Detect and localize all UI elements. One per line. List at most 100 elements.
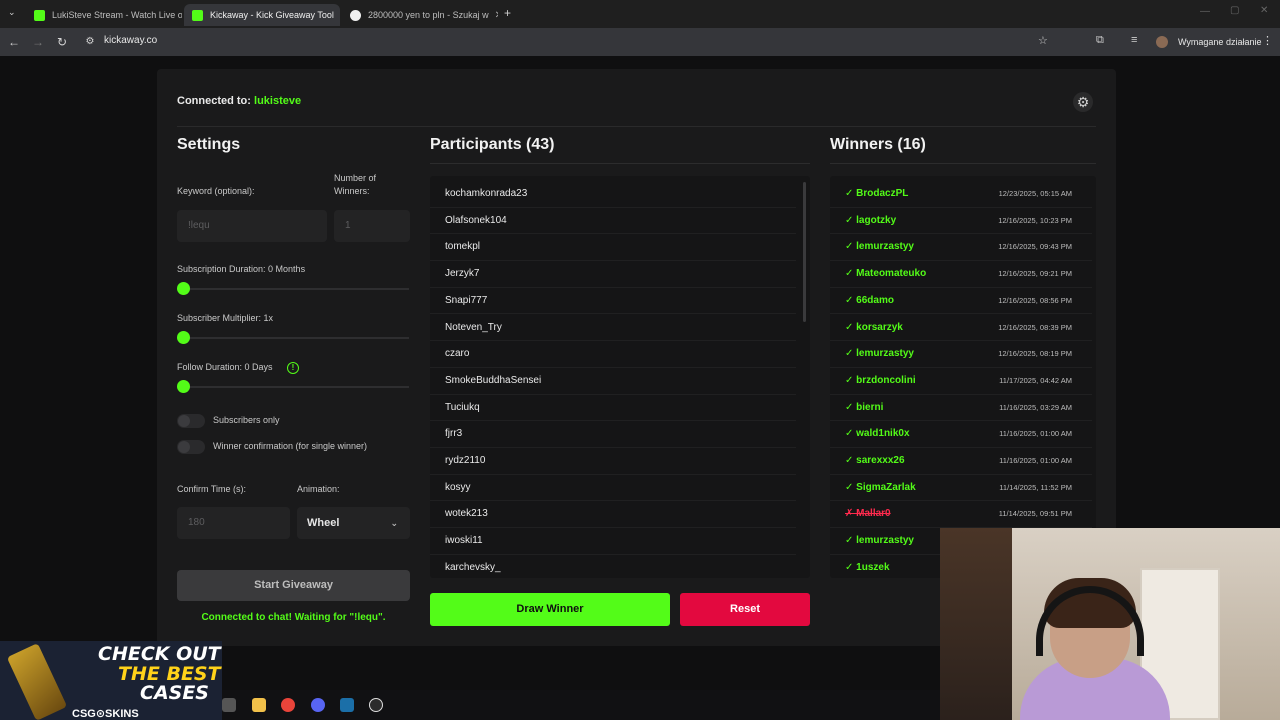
knife-graphic bbox=[6, 643, 68, 720]
winner-row: ✓ 66damo 12/16/2025, 08:56 PM bbox=[830, 288, 1092, 315]
participant-row: czaro bbox=[430, 341, 796, 368]
participant-row: Olafsonek104 bbox=[430, 208, 796, 235]
winner-date: 11/17/2025, 04:42 AM bbox=[999, 375, 1072, 385]
winner-date: 12/16/2025, 08:39 PM bbox=[998, 322, 1072, 332]
winner-date: 12/16/2025, 08:56 PM bbox=[998, 295, 1072, 305]
promo-line-1: CHECK OUT bbox=[98, 643, 221, 665]
browser-toolbar: ← → ↻ ⚙ kickaway.co ☆ ⧉ ≡ bbox=[0, 28, 1280, 56]
subscribers-only-toggle[interactable] bbox=[177, 414, 205, 428]
participant-row: fjrr3 bbox=[430, 421, 796, 448]
follow-duration-thumb[interactable] bbox=[177, 380, 190, 393]
animation-select[interactable]: Wheel ⌄ bbox=[297, 507, 410, 539]
chrome-icon[interactable] bbox=[281, 698, 295, 712]
tab-list-chevron-icon[interactable]: ⌄ bbox=[8, 7, 16, 18]
maximize-window-icon[interactable]: ▢ bbox=[1230, 5, 1239, 16]
confirm-time-label: Confirm Time (s): bbox=[177, 484, 247, 494]
participants-title: Participants (43) bbox=[430, 136, 555, 153]
winner-row: ✓ lemurzastyy 12/16/2025, 09:43 PM bbox=[830, 234, 1092, 262]
new-tab-plus-icon[interactable]: + bbox=[504, 6, 511, 20]
winner-row: ✓ brzdoncolini 11/17/2025, 04:42 AM bbox=[830, 368, 1092, 395]
forward-arrow-icon[interactable]: → bbox=[30, 34, 46, 50]
tab-lukisteve-stream[interactable]: LukiSteve Stream - Watch Live o ✕ bbox=[26, 4, 182, 26]
browser-menu-icon[interactable]: ⋮ bbox=[1262, 34, 1273, 47]
winner-confirmation-toggle[interactable] bbox=[177, 440, 205, 454]
minimize-window-icon[interactable]: — bbox=[1200, 6, 1210, 17]
winner-row: ✓ wald1nik0x 11/16/2025, 01:00 AM bbox=[830, 421, 1092, 448]
tab-kickaway[interactable]: Kickaway - Kick Giveaway Tool ✕ bbox=[184, 4, 340, 26]
winners-count-input[interactable]: 1 bbox=[334, 210, 410, 242]
winner-name: ✓ SigmaZarlak bbox=[845, 481, 916, 493]
steam-icon[interactable] bbox=[340, 698, 354, 712]
media-controls-icon[interactable]: ≡ bbox=[1131, 34, 1137, 46]
keyword-label: Keyword (optional): bbox=[177, 186, 255, 196]
profile-avatar-icon[interactable] bbox=[1156, 36, 1168, 48]
promo-brand-logo: CSG⊙SKINS bbox=[72, 708, 139, 720]
participants-divider bbox=[430, 163, 810, 164]
settings-gear-icon[interactable]: ⚙ bbox=[1073, 92, 1093, 112]
subscriber-multiplier-slider[interactable] bbox=[183, 337, 409, 339]
participant-row: tomekpl bbox=[430, 234, 796, 262]
subscription-duration-slider[interactable] bbox=[183, 288, 409, 290]
winner-name: ✓ korsarzyk bbox=[845, 321, 903, 333]
start-giveaway-button[interactable]: Start Giveaway bbox=[177, 570, 410, 601]
winner-name: ✓ BrodaczPL bbox=[845, 188, 909, 199]
connection-status: Connected to: lukisteve bbox=[177, 95, 301, 107]
keyword-input[interactable]: !lequ bbox=[177, 210, 327, 242]
winner-name: ✓ wald1nik0x bbox=[845, 428, 910, 440]
animation-label: Animation: bbox=[297, 484, 340, 494]
winner-date: 12/23/2025, 05:15 AM bbox=[998, 189, 1072, 198]
close-tab-icon[interactable]: ✕ bbox=[334, 10, 341, 21]
tab-google-search[interactable]: 2800000 yen to pln - Szukaj w ✕ bbox=[342, 4, 498, 26]
app-icon[interactable] bbox=[222, 698, 236, 712]
tab-title: Kickaway - Kick Giveaway Tool bbox=[210, 10, 334, 20]
winner-date: 12/16/2025, 09:21 PM bbox=[998, 269, 1072, 279]
subscriber-multiplier-thumb[interactable] bbox=[177, 331, 190, 344]
site-info-icon[interactable]: ⚙ bbox=[82, 34, 98, 50]
winner-date: 12/16/2025, 09:43 PM bbox=[998, 242, 1072, 252]
subscription-duration-thumb[interactable] bbox=[177, 282, 190, 295]
participant-row: iwoski11 bbox=[430, 528, 796, 555]
participants-list[interactable]: kochamkonrada23 Olafsonek104 tomekpl Jerzyk… bbox=[430, 176, 810, 578]
participant-row: Jerzyk7 bbox=[430, 261, 796, 288]
folder-icon[interactable] bbox=[252, 698, 266, 712]
follow-duration-slider[interactable] bbox=[183, 386, 409, 388]
winners-list[interactable]: ✓ BrodaczPL 12/23/2025, 05:15 AM ✓ lagotzk… bbox=[830, 176, 1096, 578]
participant-row: SmokeBuddhaSensei bbox=[430, 368, 796, 395]
follow-duration-label: Follow Duration: 0 Days bbox=[177, 362, 273, 372]
draw-winner-button[interactable]: Draw Winner bbox=[430, 593, 670, 626]
address-bar[interactable]: kickaway.co bbox=[104, 35, 157, 46]
bookmark-star-icon[interactable]: ☆ bbox=[1038, 34, 1048, 47]
subscribers-only-label: Subscribers only bbox=[213, 415, 280, 425]
winner-row: ✓ SigmaZarlak 11/14/2025, 11:52 PM bbox=[830, 475, 1092, 502]
participant-row: wotek213 bbox=[430, 501, 796, 529]
subscription-duration-label: Subscription Duration: 0 Months bbox=[177, 264, 306, 274]
close-window-icon[interactable]: ✕ bbox=[1260, 5, 1268, 16]
info-icon[interactable]: ! bbox=[287, 362, 299, 374]
animation-select-value: Wheel bbox=[307, 517, 340, 529]
reload-icon[interactable]: ↻ bbox=[54, 34, 70, 50]
winner-row: ✓ Mateomateuko 12/16/2025, 09:21 PM bbox=[830, 261, 1092, 288]
kick-favicon-icon bbox=[192, 9, 203, 21]
winner-row: ✗ Mallar0 11/14/2025, 09:51 PM bbox=[830, 501, 1092, 529]
participant-row: Snapi777 bbox=[430, 288, 796, 315]
tab-title: 2800000 yen to pln - Szukaj w bbox=[368, 10, 489, 20]
winner-row: ✓ korsarzyk 12/16/2025, 08:39 PM bbox=[830, 315, 1092, 342]
participants-scrollbar[interactable] bbox=[803, 182, 806, 322]
promo-line-3: CASES bbox=[140, 682, 209, 704]
winner-name: ✓ lemurzastyy bbox=[845, 535, 914, 547]
reset-button[interactable]: Reset bbox=[680, 593, 810, 626]
obs-icon[interactable] bbox=[369, 698, 383, 712]
winner-name: ✓ lemurzastyy bbox=[845, 241, 914, 253]
confirm-time-input[interactable]: 180 bbox=[177, 507, 290, 539]
winner-row: ✓ bierni 11/16/2025, 03:29 AM bbox=[830, 395, 1092, 422]
close-tab-icon[interactable]: ✕ bbox=[489, 10, 498, 21]
discord-icon[interactable] bbox=[311, 698, 325, 712]
winner-date: 12/16/2025, 10:23 PM bbox=[998, 215, 1072, 225]
extensions-icon[interactable]: ⧉ bbox=[1096, 34, 1104, 47]
winner-row: ✓ lemurzastyy 12/16/2025, 08:19 PM bbox=[830, 341, 1092, 368]
action-required-button[interactable]: Wymagane działanie bbox=[1178, 33, 1261, 51]
winner-row: ✓ lagotzky 12/16/2025, 10:23 PM bbox=[830, 208, 1092, 235]
back-arrow-icon[interactable]: ← bbox=[6, 34, 22, 50]
winner-name: ✗ Mallar0 bbox=[845, 508, 891, 520]
participant-row: Noteven_Try bbox=[430, 315, 796, 342]
